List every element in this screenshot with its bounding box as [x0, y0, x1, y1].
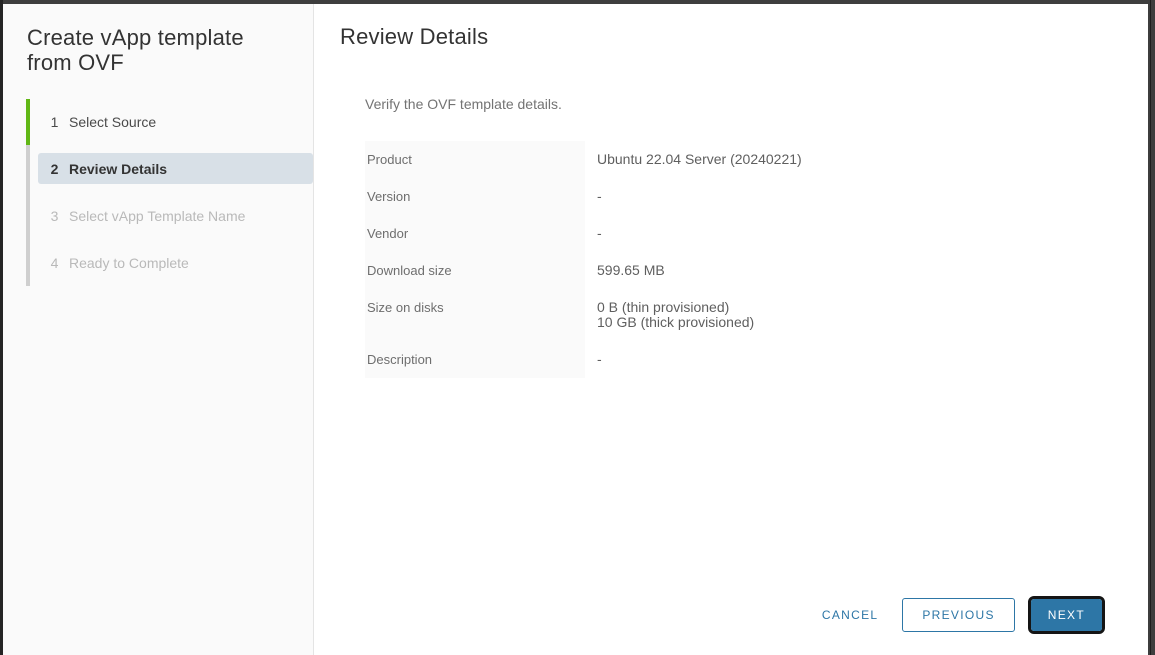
- step-number: 2: [48, 161, 61, 177]
- detail-label: Vendor: [365, 215, 585, 252]
- step-label: Select vApp Template Name: [69, 208, 245, 224]
- detail-label: Product: [365, 141, 585, 178]
- wizard-step-1[interactable]: 1 Select Source: [26, 98, 313, 145]
- wizard-step-list: 1 Select Source 2 Review Details 3 Select vAp…: [26, 98, 313, 286]
- step-number: 3: [48, 208, 61, 224]
- page-title: Review Details: [340, 25, 488, 49]
- detail-value: -: [585, 178, 925, 215]
- detail-row: Version-: [365, 178, 925, 215]
- step-label: Review Details: [69, 161, 167, 177]
- wizard-step-inner: 4 Ready to Complete: [38, 247, 313, 278]
- wizard-step-3: 3 Select vApp Template Name: [26, 192, 313, 239]
- create-vapp-template-dialog: Create vApp template from OVF 1 Select So…: [3, 4, 1148, 655]
- detail-value: Ubuntu 22.04 Server (20240221): [585, 141, 925, 178]
- cancel-button[interactable]: CANCEL: [822, 598, 878, 632]
- ovf-details-table: ProductUbuntu 22.04 Server (20240221)Ver…: [365, 141, 925, 378]
- step-progress-track: [26, 99, 30, 286]
- step-description: Verify the OVF template details.: [365, 96, 562, 113]
- detail-label: Description: [365, 341, 585, 378]
- wizard-step-2[interactable]: 2 Review Details: [26, 145, 313, 192]
- wizard-step-inner: 2 Review Details: [38, 153, 313, 184]
- detail-row: Download size599.65 MB: [365, 252, 925, 289]
- previous-button[interactable]: PREVIOUS: [902, 598, 1014, 632]
- step-progress-completed-segment: [26, 99, 30, 145]
- detail-value: -: [585, 341, 925, 378]
- detail-row: Description-: [365, 341, 925, 378]
- detail-label: Size on disks: [365, 289, 585, 341]
- wizard-step-4: 4 Ready to Complete: [26, 239, 313, 286]
- detail-value: 0 B (thin provisioned)10 GB (thick provi…: [585, 289, 925, 341]
- step-number: 4: [48, 255, 61, 271]
- wizard-sidebar: Create vApp template from OVF 1 Select So…: [3, 4, 314, 655]
- step-number: 1: [48, 114, 61, 130]
- detail-value: -: [585, 215, 925, 252]
- wizard-footer: CANCEL PREVIOUS NEXT: [822, 596, 1105, 634]
- detail-row: Size on disks0 B (thin provisioned)10 GB…: [365, 289, 925, 341]
- modal-backdrop-frame: Create vApp template from OVF 1 Select So…: [0, 0, 1155, 655]
- step-label: Select Source: [69, 114, 156, 130]
- wizard-title: Create vApp template from OVF: [27, 25, 267, 75]
- wizard-step-inner: 1 Select Source: [38, 106, 313, 137]
- wizard-step-inner: 3 Select vApp Template Name: [38, 200, 313, 231]
- detail-row: ProductUbuntu 22.04 Server (20240221): [365, 141, 925, 178]
- detail-label: Version: [365, 178, 585, 215]
- next-button[interactable]: NEXT: [1031, 599, 1102, 631]
- detail-label: Download size: [365, 252, 585, 289]
- detail-row: Vendor-: [365, 215, 925, 252]
- step-label: Ready to Complete: [69, 255, 189, 271]
- next-button-focus-ring: NEXT: [1028, 596, 1105, 634]
- detail-value: 599.65 MB: [585, 252, 925, 289]
- wizard-content-pane: Review Details Verify the OVF template d…: [314, 4, 1148, 655]
